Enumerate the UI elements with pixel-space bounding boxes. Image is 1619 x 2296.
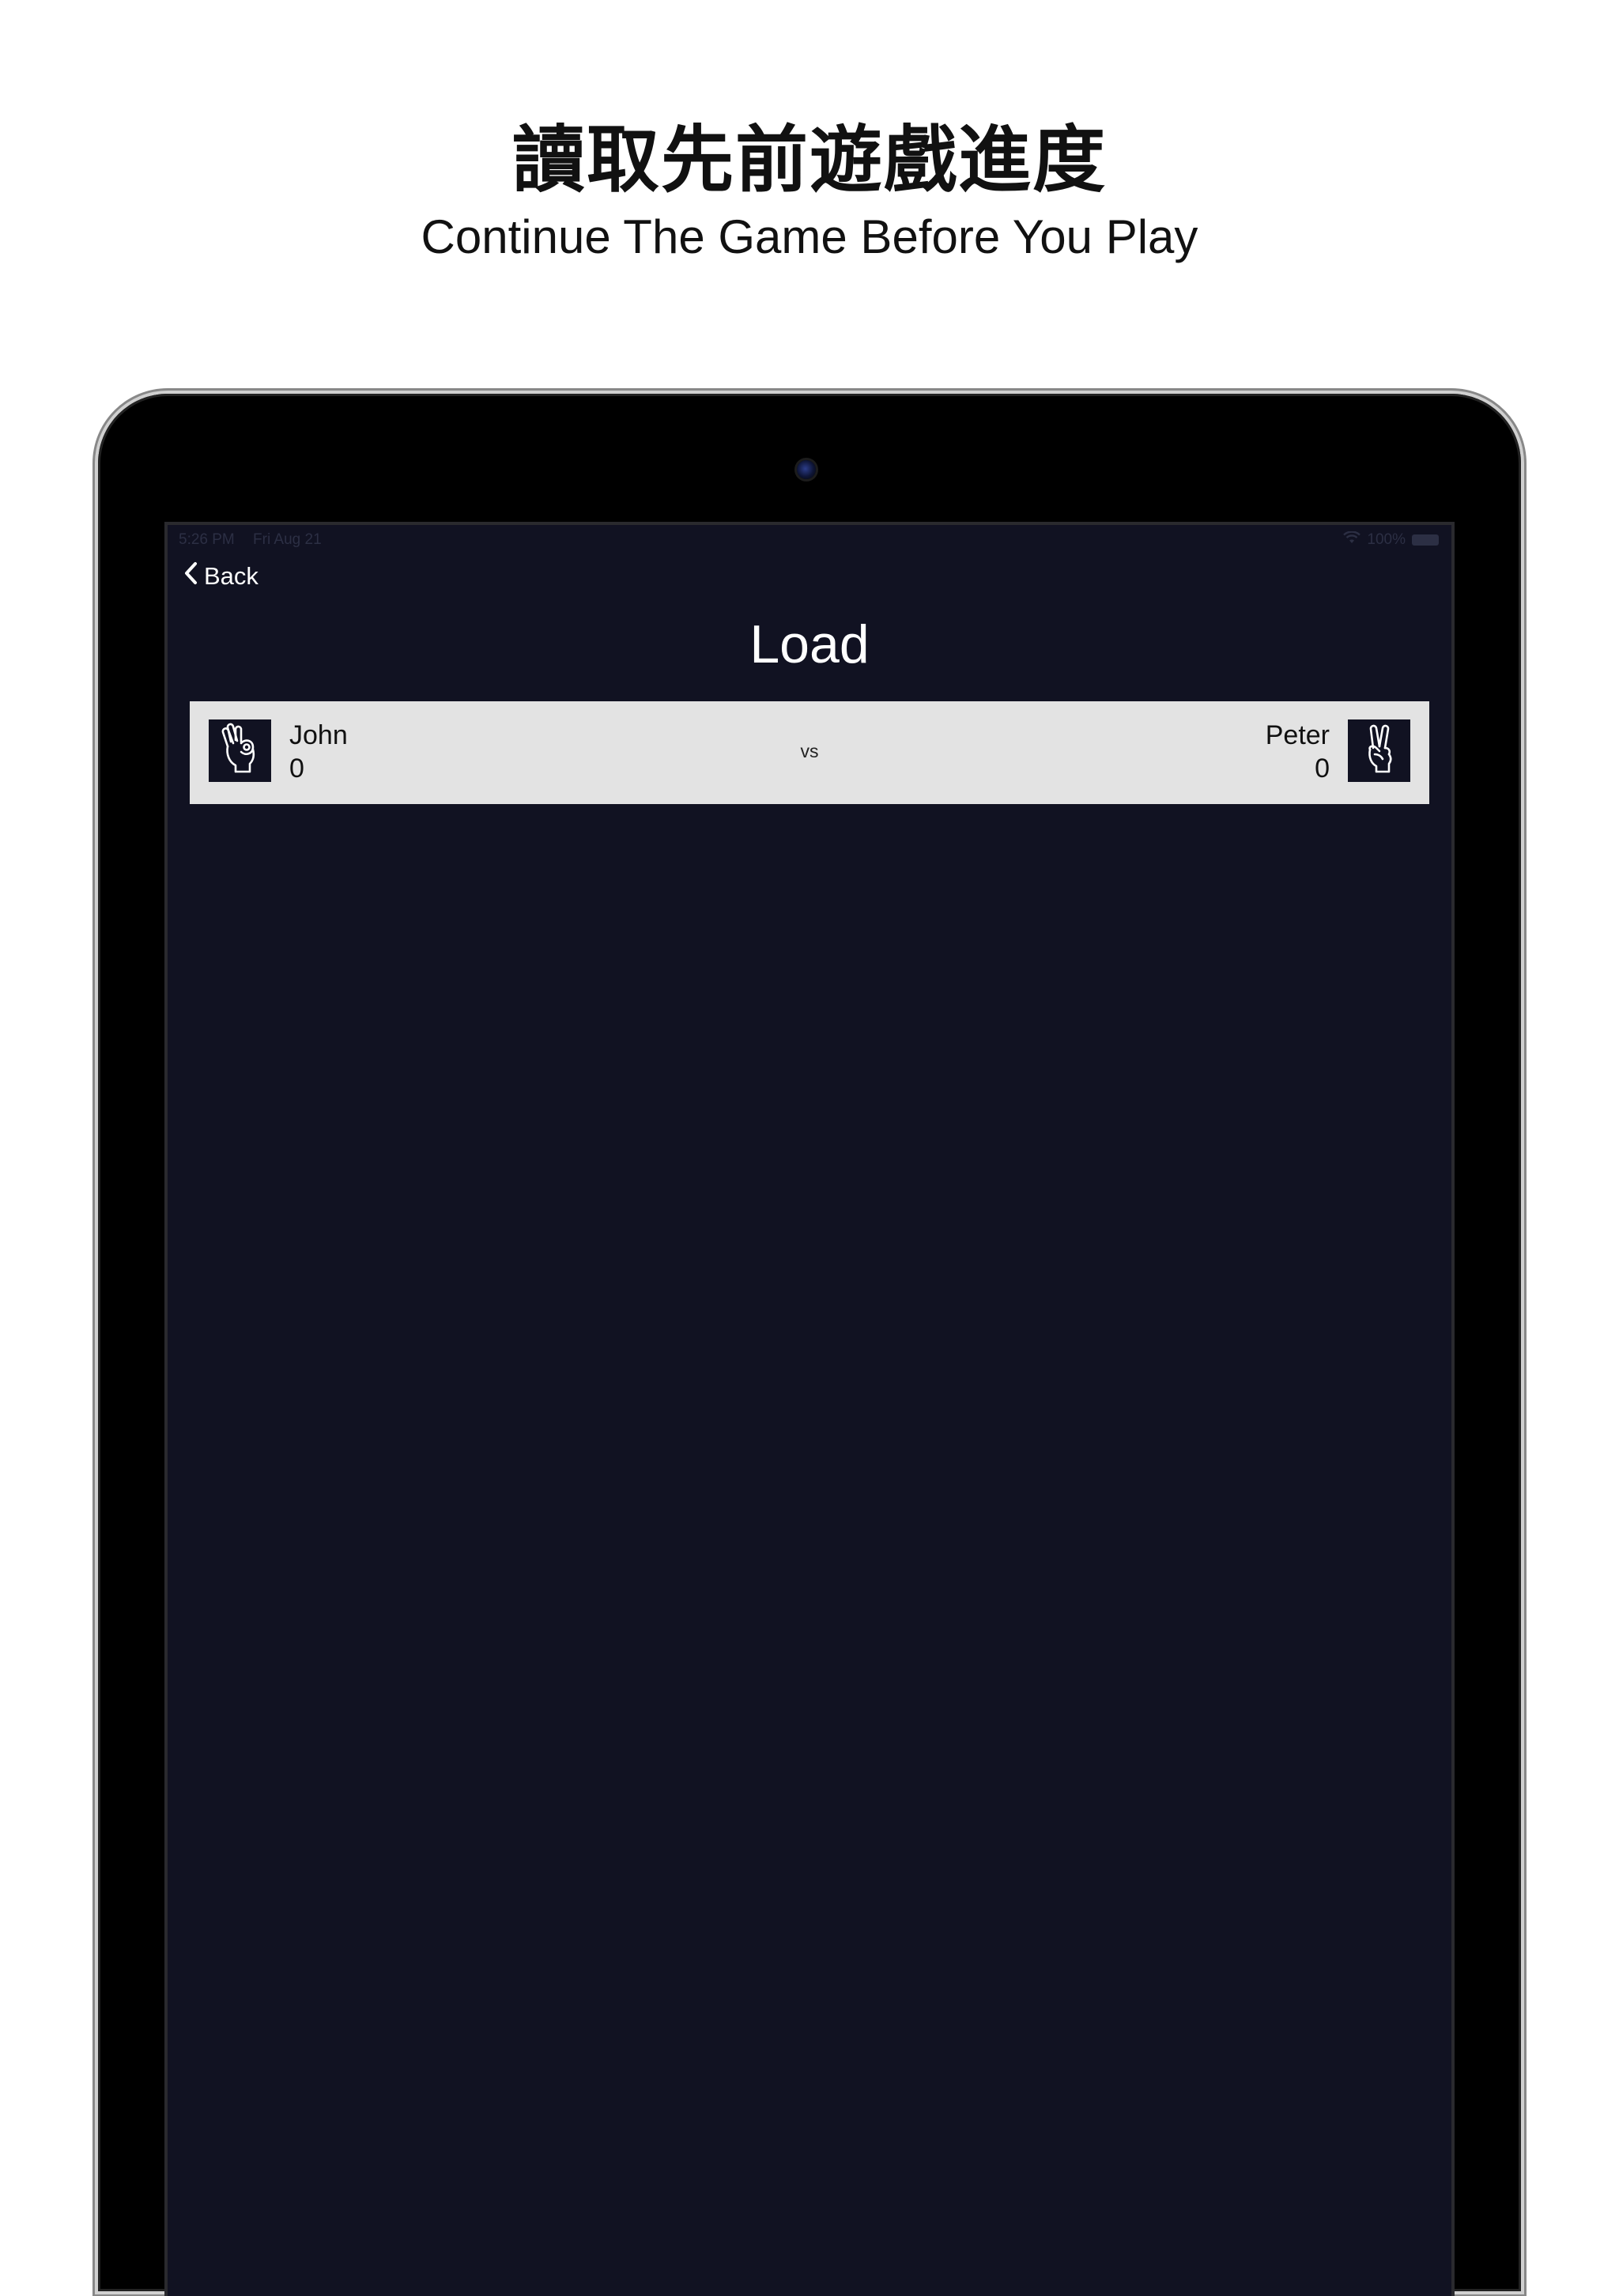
battery-icon: [1412, 534, 1439, 546]
chevron-left-icon: [183, 561, 204, 591]
status-right: 100%: [1343, 531, 1439, 549]
victory-hand-icon: [1356, 723, 1403, 779]
status-time: 5:26 PM: [179, 531, 235, 548]
status-date: Fri Aug 21: [253, 531, 322, 548]
wifi-icon: [1343, 531, 1361, 549]
vs-label: vs: [800, 741, 819, 761]
tablet-frame: 5:26 PM Fri Aug 21 100% Back Load John 0…: [98, 394, 1521, 2296]
promo-subtitle: Continue The Game Before You Play: [421, 210, 1198, 263]
back-label: Back: [204, 562, 259, 590]
status-left: 5:26 PM Fri Aug 21: [179, 531, 336, 549]
battery-percent: 100%: [1367, 531, 1406, 548]
back-button[interactable]: Back: [183, 557, 259, 596]
promo-title: 讀取先前遊戲進度: [511, 118, 1107, 202]
player2-name: Peter: [1265, 720, 1330, 750]
camera-icon: [797, 460, 816, 479]
player2-avatar: [1348, 719, 1410, 782]
saved-game-row[interactable]: John 0 vs Peter 0: [190, 701, 1429, 804]
screen-title: Load: [749, 614, 870, 674]
player2-score: 0: [1315, 753, 1330, 784]
status-bar: 5:26 PM Fri Aug 21 100%: [168, 525, 1451, 553]
app-screen: 5:26 PM Fri Aug 21 100% Back Load John 0…: [168, 525, 1451, 2296]
